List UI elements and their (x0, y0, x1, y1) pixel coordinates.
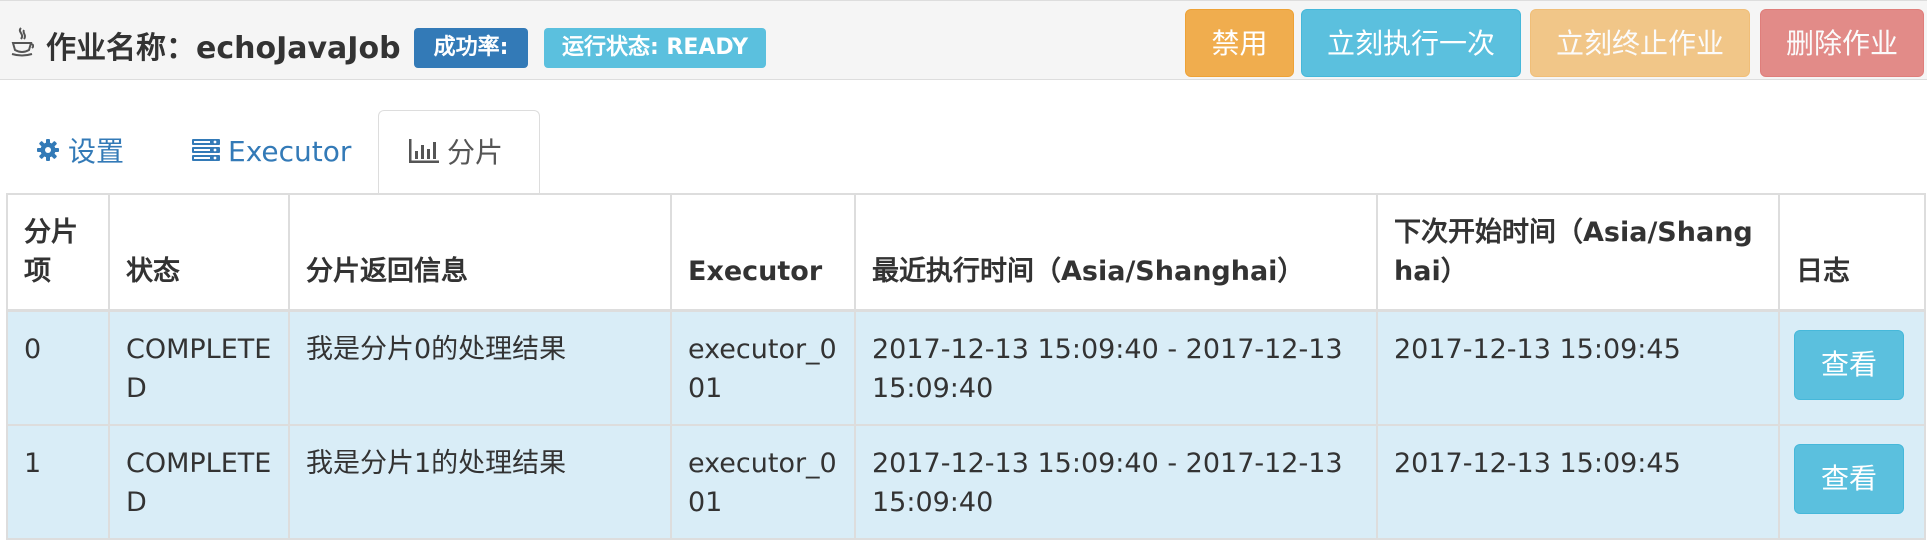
cell-log: 查看 (1778, 309, 1926, 426)
table-row: 0 COMPLETED 我是分片0的处理结果 executor_001 2017… (6, 309, 1926, 426)
cell-status: COMPLETED (108, 309, 290, 426)
table-row: 1 COMPLETED 我是分片1的处理结果 executor_001 2017… (6, 423, 1926, 540)
cell-message: 我是分片0的处理结果 (288, 309, 672, 426)
cell-next-run: 2017-12-13 15:09:45 (1376, 423, 1780, 540)
cell-log: 查看 (1778, 423, 1926, 540)
tab-sharding-label: 分片 (447, 136, 504, 169)
cell-last-run: 2017-12-13 15:09:40 - 2017-12-13 15:09:4… (854, 423, 1378, 540)
column-header-executor: Executor (670, 193, 856, 312)
column-header-message: 分片返回信息 (288, 193, 672, 312)
server-icon (192, 139, 220, 161)
view-log-button[interactable]: 查看 (1794, 443, 1904, 514)
run-once-button[interactable]: 立刻执行一次 (1301, 9, 1521, 77)
status-badge: 运行状态: READY (544, 28, 766, 68)
cell-executor: executor_001 (670, 309, 856, 426)
column-header-item: 分片项 (6, 193, 110, 312)
column-header-next-run: 下次开始时间（Asia/Shanghai） (1376, 193, 1780, 312)
job-header: 作业名称：echoJavaJob 成功率: 运行状态: READY 禁用 立刻执… (0, 0, 1927, 80)
cell-status: COMPLETED (108, 423, 290, 540)
cell-executor: executor_001 (670, 423, 856, 540)
column-header-log: 日志 (1778, 193, 1926, 312)
view-log-button[interactable]: 查看 (1794, 330, 1904, 400)
cell-next-run: 2017-12-13 15:09:45 (1376, 309, 1780, 426)
tab-settings[interactable]: 设置 (36, 110, 124, 194)
tab-sharding[interactable]: 分片 (378, 110, 540, 194)
sharding-table: 分片项 状态 分片返回信息 Executor 最近执行时间（Asia/Shang… (6, 193, 1926, 540)
job-title-prefix: 作业名称： (46, 31, 196, 66)
column-header-status: 状态 (108, 193, 290, 312)
tab-executor[interactable]: Executor (192, 110, 351, 194)
tab-bar: 设置 Executor 分片 (0, 110, 1927, 194)
job-name: echoJavaJob (196, 31, 401, 66)
disable-button[interactable]: 禁用 (1185, 9, 1294, 77)
cell-item: 1 (6, 423, 110, 540)
cell-last-run: 2017-12-13 15:09:40 - 2017-12-13 15:09:4… (854, 309, 1378, 426)
gear-icon (37, 139, 59, 161)
delete-job-button[interactable]: 删除作业 (1760, 9, 1924, 77)
cell-item: 0 (6, 309, 110, 426)
tab-executor-label: Executor (228, 135, 352, 168)
cell-message: 我是分片1的处理结果 (288, 423, 672, 540)
column-header-last-run: 最近执行时间（Asia/Shanghai） (854, 193, 1378, 312)
stop-job-button[interactable]: 立刻终止作业 (1530, 9, 1750, 77)
table-header-row: 分片项 状态 分片返回信息 Executor 最近执行时间（Asia/Shang… (6, 193, 1926, 312)
java-icon (11, 27, 34, 57)
tab-settings-label: 设置 (68, 135, 125, 168)
success-rate-badge: 成功率: (414, 28, 528, 68)
page-title: 作业名称：echoJavaJob (46, 23, 401, 67)
bar-chart-icon (409, 139, 439, 163)
